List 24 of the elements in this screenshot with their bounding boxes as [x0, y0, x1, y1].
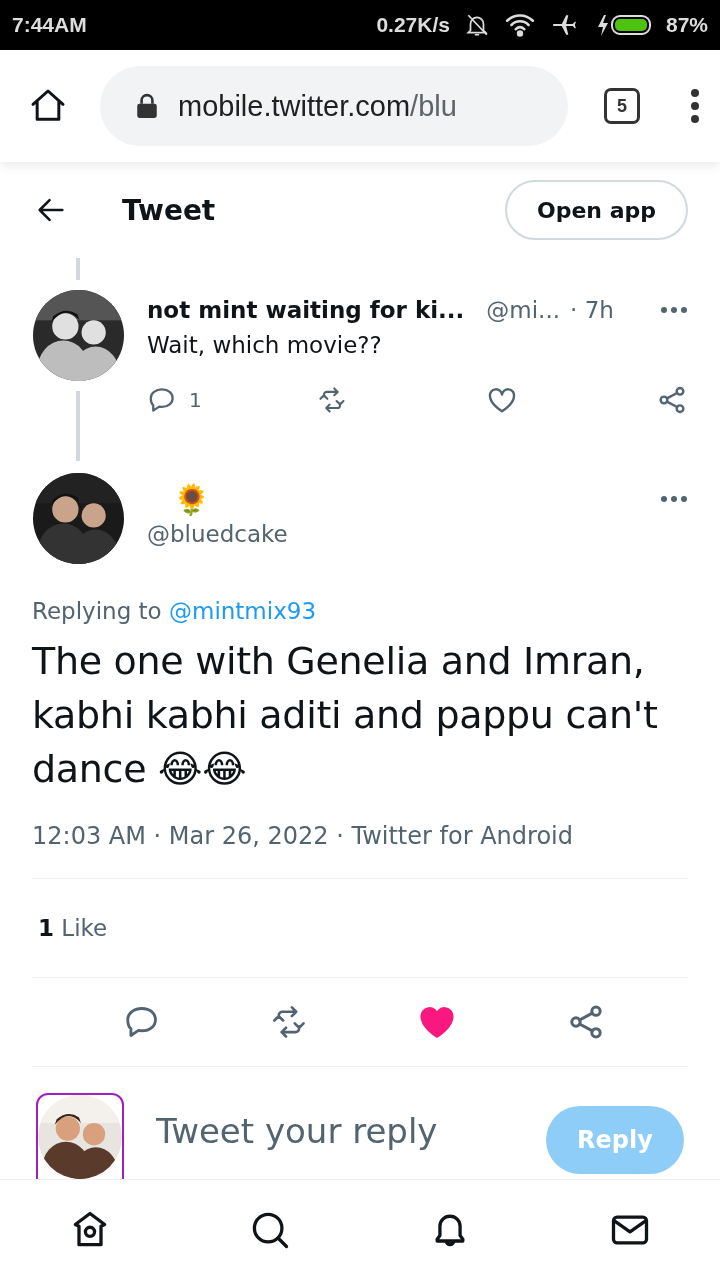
- status-time: 7:44AM: [12, 13, 87, 37]
- tweet-time: · 7h: [570, 297, 614, 323]
- tab-count[interactable]: 5: [604, 88, 640, 124]
- menu-icon[interactable]: [690, 88, 700, 124]
- retweet-icon[interactable]: [316, 385, 347, 415]
- wifi-icon: [503, 12, 536, 38]
- more-icon[interactable]: [660, 306, 688, 314]
- tweet-meta: 12:03 AM · Mar 26, 2022 · Twitter for Android: [32, 822, 688, 879]
- address-bar[interactable]: mobile.twitter.com/blu: [100, 66, 568, 146]
- reply-icon[interactable]: [147, 385, 177, 415]
- network-speed: 0.27K/s: [376, 13, 450, 37]
- reply-count: 1: [189, 388, 202, 412]
- page-title: Tweet: [122, 193, 217, 227]
- user-handle[interactable]: @bluedcake: [147, 521, 688, 547]
- open-app-button[interactable]: Open app: [504, 180, 688, 240]
- battery-percent: 87%: [665, 13, 708, 37]
- user-name[interactable]: not mint waiting for ki...: [147, 297, 465, 323]
- tweet-text: Wait, which movie??: [147, 332, 383, 358]
- replying-to: Replying to @mintmix93: [32, 598, 318, 624]
- more-icon[interactable]: [660, 495, 688, 503]
- lock-icon: [136, 93, 158, 119]
- like-count[interactable]: 1 Like: [38, 915, 108, 941]
- tweet-text: The one with Genelia and Imran, kabhi kabhi aditi and pappu can't dance 😂😂: [32, 638, 659, 793]
- user-handle[interactable]: @mi...: [486, 297, 561, 323]
